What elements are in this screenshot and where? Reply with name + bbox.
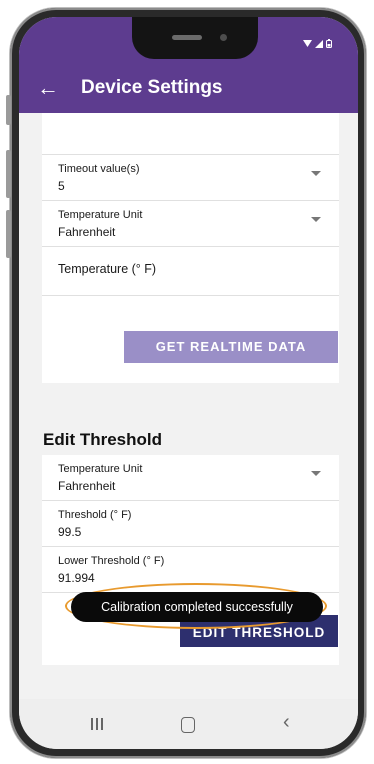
recents-icon[interactable]	[91, 718, 103, 730]
lower-threshold-value: 91.994	[58, 571, 95, 585]
blank-row	[42, 113, 339, 155]
temperature-unit-label: Temperature Unit	[58, 209, 143, 221]
front-camera	[220, 34, 227, 41]
threshold-value: 99.5	[58, 525, 82, 539]
phone-side-button	[6, 95, 11, 125]
phone-volume-up-button	[6, 150, 11, 198]
device-settings-card: Timeout value(s) 5 Temperature Unit Fahr…	[42, 113, 339, 383]
edit-threshold-card: Temperature Unit Fahrenheit Threshold (°…	[42, 455, 339, 665]
phone-screen: ← Device Settings Timeout value(s) 5 Tem…	[19, 17, 358, 749]
timeout-value: 5	[58, 179, 65, 193]
page-title: Device Settings	[81, 77, 223, 98]
chevron-down-icon	[311, 171, 321, 176]
notch	[132, 17, 258, 59]
temperature-unit-select[interactable]: Temperature Unit Fahrenheit	[42, 201, 339, 247]
threshold-input[interactable]: Threshold (° F) 99.5	[42, 501, 339, 547]
chevron-down-icon	[311, 471, 321, 476]
nav-back-icon[interactable]: ‹	[283, 711, 290, 734]
speaker-slot	[172, 35, 202, 40]
battery-icon	[326, 39, 332, 48]
home-icon[interactable]	[181, 717, 195, 733]
edit-threshold-heading: Edit Threshold	[43, 430, 162, 449]
timeout-select[interactable]: Timeout value(s) 5	[42, 155, 339, 201]
temperature-unit-value: Fahrenheit	[58, 225, 116, 239]
app-bar: ← Device Settings	[19, 67, 358, 113]
timeout-label: Timeout value(s)	[58, 163, 140, 175]
threshold-label: Threshold (° F)	[58, 509, 132, 521]
signal-icon	[315, 39, 323, 48]
chevron-down-icon	[311, 217, 321, 222]
back-arrow-icon[interactable]: ←	[37, 75, 59, 101]
system-nav-bar: ‹	[19, 699, 358, 749]
toast-message: Calibration completed successfully	[71, 592, 323, 622]
threshold-unit-label: Temperature Unit	[58, 463, 143, 475]
phone-volume-down-button	[6, 210, 11, 258]
wifi-icon	[303, 39, 312, 47]
settings-content[interactable]: Timeout value(s) 5 Temperature Unit Fahr…	[19, 113, 358, 713]
temperature-label: Temperature (° F)	[58, 262, 157, 276]
temperature-field[interactable]: Temperature (° F)	[42, 247, 339, 296]
status-icons	[303, 39, 332, 48]
get-realtime-data-button[interactable]: GET REALTIME DATA	[124, 331, 338, 363]
threshold-unit-select[interactable]: Temperature Unit Fahrenheit	[42, 455, 339, 501]
threshold-unit-value: Fahrenheit	[58, 479, 116, 493]
status-bar	[19, 17, 358, 67]
lower-threshold-label: Lower Threshold (° F)	[58, 555, 165, 567]
